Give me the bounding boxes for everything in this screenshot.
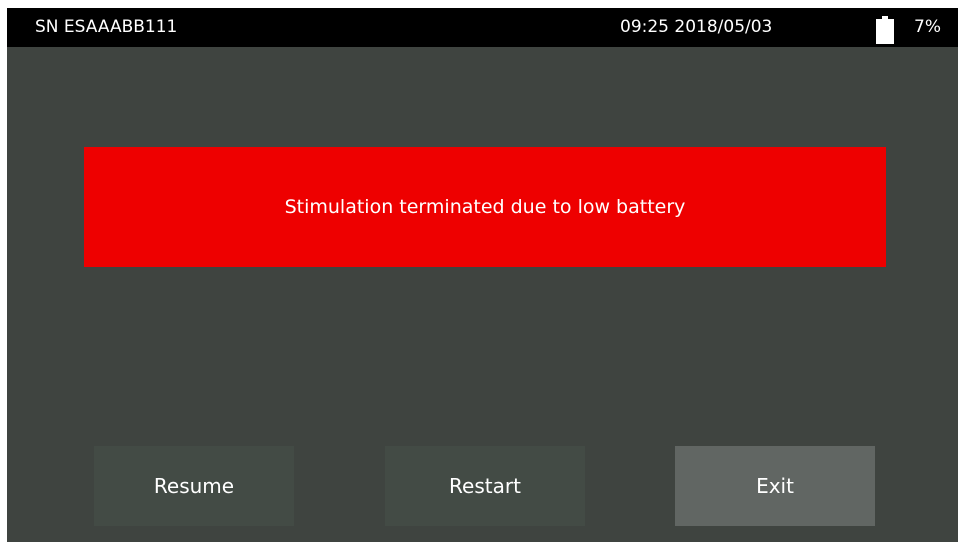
battery-icon: [876, 16, 894, 44]
alert-banner: Stimulation terminated due to low batter…: [84, 147, 886, 267]
restart-button-label: Restart: [449, 474, 521, 498]
exit-button[interactable]: Exit: [675, 446, 875, 526]
alert-message: Stimulation terminated due to low batter…: [284, 196, 686, 218]
status-bar: SN ESAAABB111 09:25 2018/05/03 7%: [7, 8, 958, 47]
serial-number: SN ESAAABB111: [35, 17, 178, 37]
resume-button-label: Resume: [153, 474, 235, 498]
exit-button-label: Exit: [756, 474, 794, 498]
resume-button[interactable]: Resume: [94, 446, 294, 526]
battery-level: 7%: [914, 17, 941, 37]
device-screen: SN ESAAABB111 09:25 2018/05/03 7% Stimul…: [7, 8, 958, 542]
date-time: 09:25 2018/05/03: [620, 17, 773, 37]
restart-button[interactable]: Restart: [385, 446, 585, 526]
